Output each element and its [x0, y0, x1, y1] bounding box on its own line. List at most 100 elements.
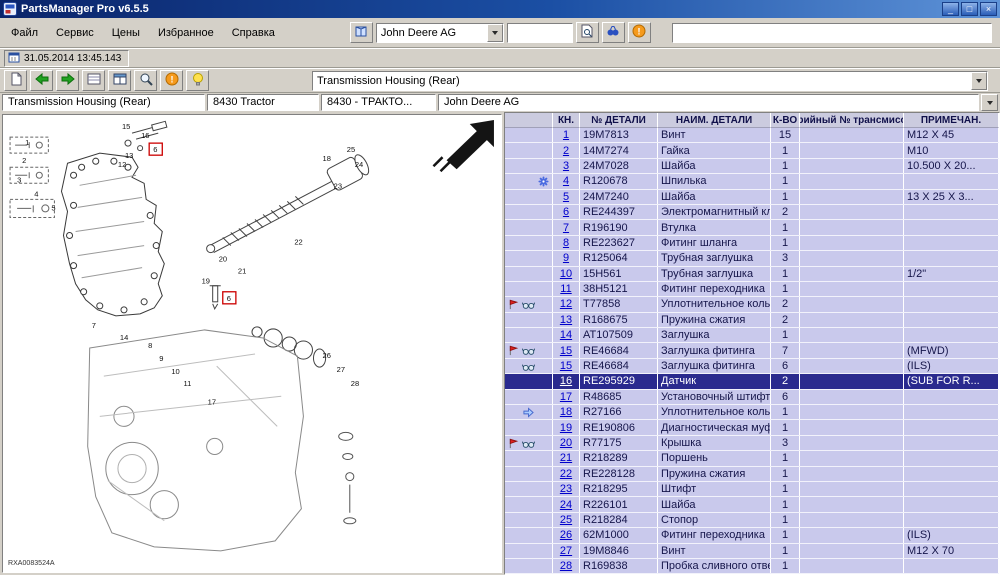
header-remark[interactable]: ПРИМЕЧАН. [904, 113, 999, 128]
diagram-callout[interactable]: 6 [227, 294, 231, 303]
menu-item-service[interactable]: Сервис [47, 24, 103, 42]
item-number-link[interactable]: 14 [560, 329, 572, 341]
diagram-callout[interactable]: 25 [347, 145, 355, 154]
diagram-callout[interactable]: 10 [171, 367, 179, 376]
item-number-link[interactable]: 4 [563, 175, 569, 187]
glasses-icon[interactable] [521, 344, 536, 357]
flag-icon[interactable] [506, 298, 521, 311]
item-number-link[interactable]: 10 [560, 268, 572, 280]
menu-item-favorites[interactable]: Избранное [149, 24, 223, 42]
table-row[interactable]: 524M7240Шайба113 X 25 X 3... [505, 190, 999, 205]
table-row[interactable]: 21R218289Поршень1 [505, 451, 999, 466]
header-kn[interactable]: КН. [553, 113, 580, 128]
diagram-callout[interactable]: 2 [22, 156, 26, 165]
item-number-link[interactable]: 7 [563, 222, 569, 234]
item-number-link[interactable]: 1 [563, 129, 569, 141]
flag-icon[interactable] [506, 344, 521, 357]
item-number-link[interactable]: 12 [560, 298, 572, 310]
glasses-icon[interactable] [521, 437, 536, 450]
item-number-link[interactable]: 15 [560, 345, 572, 357]
breadcrumb-dropdown-button[interactable] [981, 94, 998, 111]
item-number-link[interactable]: 19 [560, 422, 572, 434]
arrow-icon[interactable] [521, 406, 536, 419]
diagram-callout[interactable]: 13 [125, 151, 133, 160]
table-row[interactable]: 12T77858Уплотнительное кольцо2 [505, 297, 999, 312]
item-number-link[interactable]: 3 [563, 160, 569, 172]
item-number-link[interactable]: 24 [560, 499, 572, 511]
table-row[interactable]: 324M7028Шайба110.500 X 20... [505, 159, 999, 174]
diagram-callout[interactable]: 23 [334, 181, 342, 190]
diagram-callout[interactable]: 9 [159, 354, 163, 363]
menu-item-prices[interactable]: Цены [103, 24, 149, 42]
diagram-callout[interactable]: 4 [34, 189, 38, 198]
item-number-link[interactable]: 23 [560, 483, 572, 495]
catalog-button[interactable] [350, 22, 373, 43]
item-number-link[interactable]: 8 [563, 237, 569, 249]
item-number-link[interactable]: 22 [560, 468, 572, 480]
table-row[interactable]: 1015H561Трубная заглушка11/2" [505, 267, 999, 282]
diagram-callout[interactable]: 6 [153, 145, 157, 154]
item-number-link[interactable]: 11 [560, 283, 571, 295]
table-row[interactable]: 214M7274Гайка1M10 [505, 143, 999, 158]
flag-icon[interactable] [506, 437, 521, 450]
diagram-callout[interactable]: 24 [355, 160, 363, 169]
close-button[interactable]: × [980, 2, 997, 16]
table-row[interactable]: 2662M1000Фитинг переходника1(ILS) [505, 528, 999, 543]
table-row[interactable]: 1138H5121Фитинг переходника1 [505, 282, 999, 297]
item-number-link[interactable]: 5 [563, 191, 569, 203]
item-number-link[interactable]: 28 [560, 560, 572, 572]
breadcrumb-model-ru[interactable]: 8430 - ТРАКТО... [321, 94, 436, 111]
diagram-callout[interactable]: 5 [51, 203, 55, 212]
diagram-canvas[interactable]: RXA0083524A 1516613121234525182423222120… [2, 114, 502, 573]
item-number-link[interactable]: 2 [563, 145, 569, 157]
alert-button[interactable]: ! [628, 22, 651, 43]
table-row[interactable]: 7R196190Втулка1 [505, 220, 999, 235]
table-row[interactable]: 119M7813Винт15M12 X 45 [505, 128, 999, 143]
table-row[interactable]: 9R125064Трубная заглушка3 [505, 251, 999, 266]
diagram-callout[interactable]: 14 [120, 333, 128, 342]
item-number-link[interactable]: 27 [560, 545, 572, 557]
chevron-down-icon[interactable] [487, 24, 503, 42]
binoculars-button[interactable] [602, 22, 625, 43]
header-part-number[interactable]: № ДЕТАЛИ [580, 113, 658, 128]
flower-icon[interactable] [536, 175, 551, 188]
breadcrumb-section[interactable]: Transmission Housing (Rear) [2, 94, 205, 111]
doc-zoom-button[interactable] [576, 22, 599, 43]
split-button[interactable] [108, 70, 131, 91]
item-number-link[interactable]: 16 [560, 375, 572, 387]
alert-button[interactable]: ! [160, 70, 183, 91]
breadcrumb-dealer[interactable]: John Deere AG [438, 94, 979, 111]
table-row[interactable]: 25R218284Стопор1 [505, 513, 999, 528]
table-row[interactable]: 23R218295Штифт1 [505, 482, 999, 497]
table-row[interactable]: 24R226101Шайба1 [505, 497, 999, 512]
table-row[interactable]: 19RE190806Диагностическая муфта1 [505, 420, 999, 435]
diagram-callout[interactable]: 26 [323, 351, 331, 360]
diagram-callout[interactable]: 22 [294, 238, 302, 247]
item-number-link[interactable]: 15 [560, 360, 572, 372]
table-row[interactable]: 2719M8846Винт1M12 X 70 [505, 544, 999, 559]
glasses-icon[interactable] [521, 360, 536, 373]
diagram-callout[interactable]: 18 [323, 154, 331, 163]
diagram-callout[interactable]: 19 [202, 277, 210, 286]
chevron-down-icon[interactable] [971, 72, 987, 90]
back-button[interactable] [30, 70, 53, 91]
diagram-callout[interactable]: 17 [208, 397, 216, 406]
diagram-callout[interactable]: 20 [219, 255, 227, 264]
item-number-link[interactable]: 18 [560, 406, 572, 418]
table-row[interactable]: 18R27166Уплотнительное кольцо1 [505, 405, 999, 420]
diagram-callout[interactable]: 15 [122, 122, 130, 131]
diagram-callout[interactable]: 16 [141, 131, 149, 140]
menu-item-file[interactable]: Файл [2, 24, 47, 42]
item-number-link[interactable]: 6 [563, 206, 569, 218]
diagram-callout[interactable]: 1 [25, 138, 29, 147]
bulb-button[interactable] [186, 70, 209, 91]
diagram-callout[interactable]: 7 [92, 321, 96, 330]
diagram-callout[interactable]: 11 [183, 379, 191, 388]
page-button[interactable] [4, 70, 27, 91]
table-row[interactable]: 6RE244397Электромагнитный клапан2 [505, 205, 999, 220]
table-row[interactable]: 8RE223627Фитинг шланга1 [505, 236, 999, 251]
diagram-callout[interactable]: 28 [351, 379, 359, 388]
table-row[interactable]: 15RE46684Заглушка фитинга6(ILS) [505, 359, 999, 374]
menu-item-help[interactable]: Справка [223, 24, 284, 42]
item-number-link[interactable]: 26 [560, 529, 572, 541]
